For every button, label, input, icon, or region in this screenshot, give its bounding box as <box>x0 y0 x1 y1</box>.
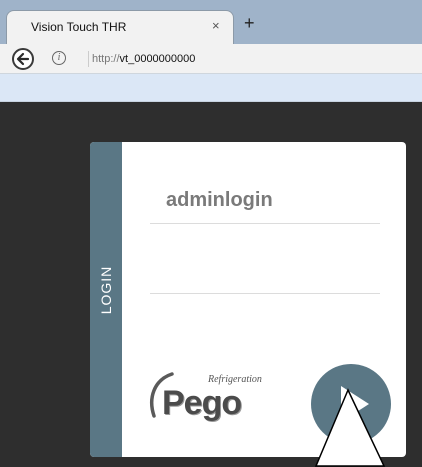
password-input[interactable] <box>150 252 380 294</box>
browser-toolbar: i http://vt_0000000000 <box>0 44 422 74</box>
address-bar[interactable]: http://vt_0000000000 <box>92 49 422 69</box>
browser-tab[interactable]: Vision Touch THR × <box>6 10 234 44</box>
browser-tabstrip: Vision Touch THR × + <box>0 0 422 44</box>
mouse-pointer-icon <box>314 388 386 467</box>
logo-wordmark: Pego <box>162 384 242 422</box>
tab-close-icon[interactable]: × <box>212 18 220 33</box>
url-protocol: http:// <box>92 53 120 65</box>
url-separator <box>88 51 89 67</box>
username-input[interactable] <box>150 178 380 224</box>
back-button[interactable] <box>12 48 34 70</box>
tab-title: Vision Touch THR <box>31 20 127 34</box>
login-side-band: LOGIN <box>90 142 122 457</box>
login-side-label: LOGIN <box>98 265 114 315</box>
url-host: vt_0000000000 <box>119 53 196 65</box>
site-info-icon[interactable]: i <box>52 51 66 65</box>
browser-infobar <box>0 74 422 102</box>
back-arrow-icon <box>16 52 30 66</box>
pego-logo: Refrigeration Pego <box>146 364 266 426</box>
new-tab-icon[interactable]: + <box>244 14 255 32</box>
